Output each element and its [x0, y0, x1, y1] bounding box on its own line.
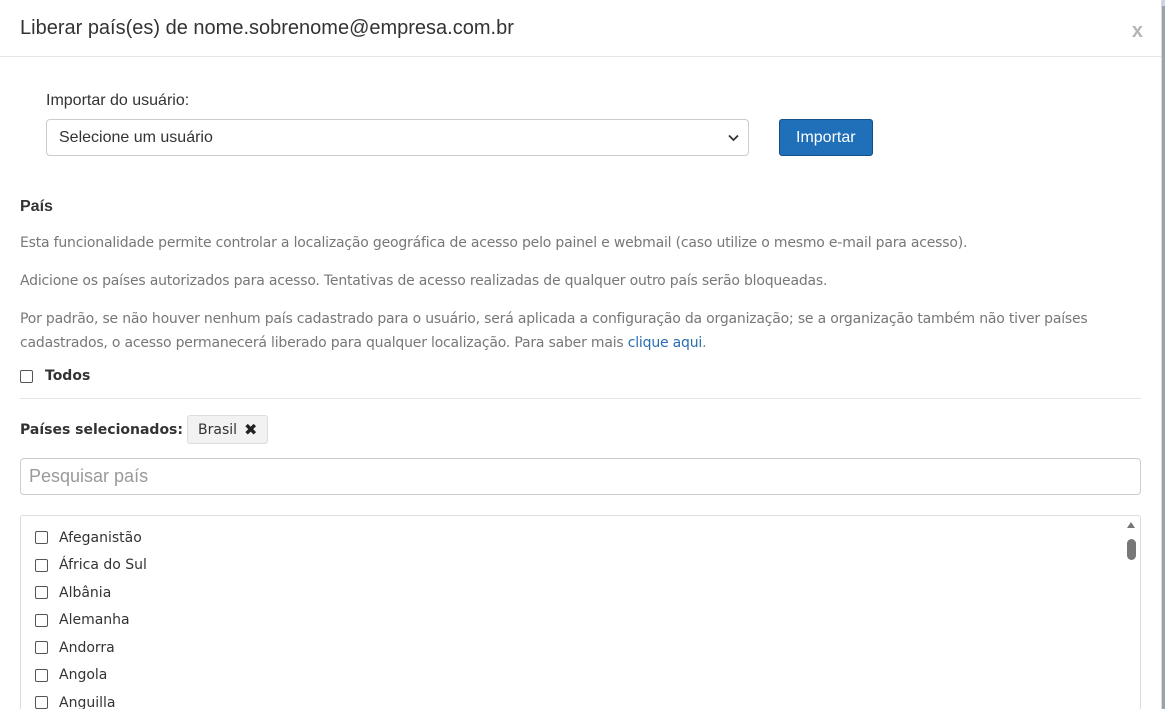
selected-countries-label: Países selecionados:	[20, 421, 183, 438]
modal-body: Importar do usuário: Selecione um usuári…	[0, 92, 1161, 709]
country-checkbox[interactable]	[35, 531, 48, 545]
description-default-end: .	[702, 335, 707, 351]
chevron-down-icon	[728, 134, 739, 142]
description-authorized: Adicione os países autorizados para aces…	[20, 273, 828, 289]
country-label: Angola	[59, 667, 108, 684]
import-button[interactable]: Importar	[779, 119, 873, 156]
description-geolocation: Esta funcionalidade permite controlar a …	[20, 235, 968, 251]
country-checkbox[interactable]	[35, 696, 48, 709]
country-label: Anguilla	[59, 694, 116, 709]
todos-label: Todos	[45, 368, 91, 384]
todos-row: Todos	[20, 368, 1141, 384]
country-label: Afeganistão	[59, 529, 142, 546]
country-checkbox[interactable]	[35, 558, 48, 572]
import-label: Importar do usuário:	[46, 92, 190, 109]
country-checkbox[interactable]	[35, 668, 48, 682]
modal-title: Liberar país(es) de nome.sobrenome@empre…	[20, 16, 514, 39]
section-title: País	[20, 198, 53, 215]
country-item[interactable]: Afeganistão	[35, 524, 1140, 552]
user-select-value: Selecione um usuário	[59, 128, 213, 146]
close-icon[interactable]: x	[1132, 20, 1143, 43]
country-list: Afeganistão África do Sul Albânia Aleman…	[20, 515, 1141, 709]
user-select[interactable]: Selecione um usuário	[46, 119, 749, 156]
remove-chip-icon[interactable]: ✖	[244, 420, 257, 439]
liberar-paises-modal: Liberar país(es) de nome.sobrenome@empre…	[0, 0, 1162, 709]
list-scrollbar[interactable]	[1123, 516, 1140, 709]
country-item[interactable]: Andorra	[35, 634, 1140, 662]
country-label: África do Sul	[59, 557, 147, 574]
country-label: Andorra	[59, 639, 115, 656]
modal-header: Liberar país(es) de nome.sobrenome@empre…	[0, 0, 1161, 57]
country-label: Alemanha	[59, 612, 130, 629]
country-item[interactable]: Anguilla	[35, 689, 1140, 709]
search-country-input[interactable]	[20, 458, 1141, 495]
country-item[interactable]: África do Sul	[35, 552, 1140, 580]
country-item[interactable]: Angola	[35, 662, 1140, 690]
country-label: Albânia	[59, 584, 112, 601]
chip-label: Brasil	[198, 421, 238, 438]
country-item[interactable]: Alemanha	[35, 607, 1140, 635]
country-checkbox[interactable]	[35, 586, 48, 600]
description-default: Por padrão, se não houver nenhum país ca…	[20, 307, 1141, 355]
learn-more-link[interactable]: clique aqui	[628, 335, 703, 351]
todos-checkbox[interactable]	[20, 369, 33, 383]
country-checkbox[interactable]	[35, 613, 48, 627]
country-checkbox[interactable]	[35, 641, 48, 655]
scroll-up-arrow-icon[interactable]	[1127, 522, 1135, 528]
divider	[20, 398, 1141, 399]
import-row: Importar do usuário: Selecione um usuári…	[46, 92, 1141, 156]
selected-countries: Países selecionados: Brasil ✖	[20, 415, 1141, 444]
country-item[interactable]: Albânia	[35, 579, 1140, 607]
country-items: Afeganistão África do Sul Albânia Aleman…	[21, 516, 1140, 709]
scroll-thumb[interactable]	[1127, 539, 1136, 560]
description-default-text: Por padrão, se não houver nenhum país ca…	[20, 311, 1088, 351]
country-chip: Brasil ✖	[187, 415, 269, 444]
import-group: Importar do usuário: Selecione um usuári…	[46, 92, 749, 156]
